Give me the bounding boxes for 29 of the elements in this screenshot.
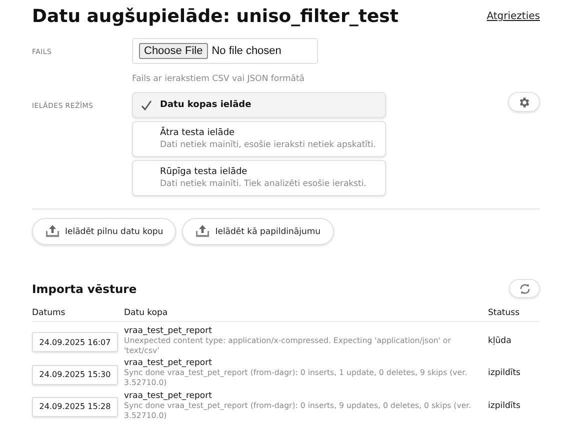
mode-option[interactable]: Ātra testa ielāde Dati netiek mainīti, esošie ieraksti netiek apskatīti. — [132, 121, 386, 157]
status-text: kļūda — [488, 336, 512, 346]
refresh-button[interactable] — [509, 279, 540, 298]
back-link[interactable]: Atgriezties — [486, 11, 540, 22]
file-input[interactable]: Choose File No file chosen — [132, 38, 318, 64]
mode-option[interactable]: Datu kopas ielāde — [132, 92, 386, 118]
dataset-name: vraa_test_pet_report — [124, 358, 213, 368]
page-title: Datu augšupielāde: uniso_filter_test — [32, 6, 398, 27]
mode-option[interactable]: Rūpīga testa ielāde Dati netiek mainīti. Tiek analizēti esošie ieraksti. — [132, 160, 386, 196]
column-header: Datums — [32, 308, 66, 318]
date-button[interactable]: 24.09.2025 16:07 — [32, 332, 118, 352]
column-header: Statuss — [488, 308, 521, 318]
file-hint: Fails ar ierakstiem CSV vai JSON formātā — [132, 74, 306, 84]
settings-icon — [518, 96, 530, 108]
date-button[interactable]: 24.09.2025 15:28 — [32, 396, 118, 417]
status-text: izpildīts — [488, 400, 520, 411]
status-text: izpildīts — [488, 368, 520, 378]
section-title: Importa vēsture — [32, 282, 137, 296]
upload-button[interactable]: Ielādēt pilnu datu kopu — [32, 218, 176, 245]
date-button[interactable]: 24.09.2025 15:30 — [32, 364, 118, 385]
dataset-name: vraa_test_pet_report — [124, 390, 213, 400]
upload-icon — [195, 225, 210, 238]
check-icon — [141, 100, 152, 110]
column-header: Datu kopa — [124, 308, 169, 318]
dataset-name: vraa_test_pet_report — [124, 326, 213, 336]
upload-button[interactable]: Ielādēt kā papildinājumu — [182, 218, 334, 245]
refresh-icon — [518, 282, 530, 294]
settings-button[interactable] — [508, 92, 540, 112]
upload-icon — [45, 225, 60, 238]
